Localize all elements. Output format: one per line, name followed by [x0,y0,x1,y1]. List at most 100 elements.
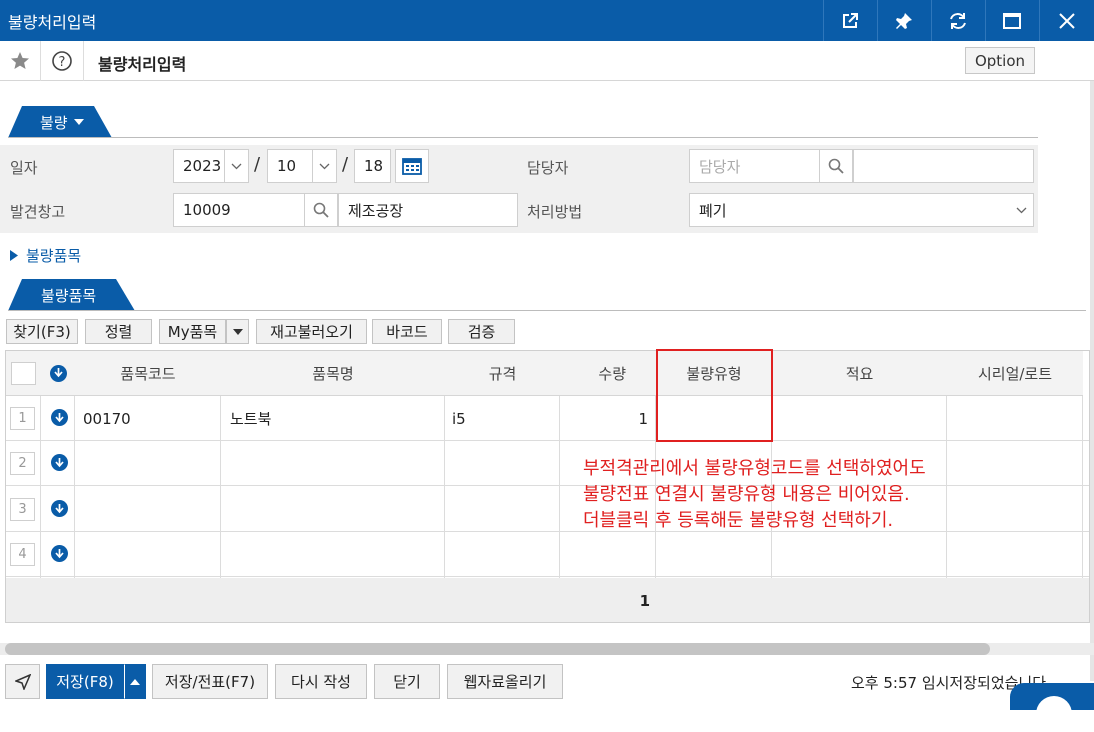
quantity-cell[interactable]: 1 [560,396,648,441]
chevron-up-icon [130,678,140,685]
chevron-down-icon [1009,194,1033,226]
column-header-serial-lot[interactable]: 시리얼/로트 [947,351,1083,396]
tab-defect[interactable]: 불량 [8,106,112,138]
upload-web-button[interactable]: 웹자료올리기 [447,664,563,699]
warehouse-name-input[interactable]: 제조공장 [338,193,518,227]
arrow-down-circle-icon[interactable] [51,500,68,517]
arrow-down-circle-icon[interactable] [51,545,68,562]
warehouse-code-value: 10009 [183,201,231,219]
calendar-icon[interactable] [395,149,429,183]
maximize-icon[interactable] [985,0,1037,41]
warehouse-search-icon[interactable] [304,193,338,227]
save-button[interactable]: 저장(F8) [46,664,124,699]
option-button[interactable]: Option [965,47,1035,74]
table-row[interactable]: 4 [6,532,1089,577]
send-icon[interactable] [5,664,40,699]
save-options-button[interactable] [124,664,146,699]
load-stock-button[interactable]: 재고불러오기 [256,319,367,344]
date-year-select[interactable]: 2023 [173,149,249,183]
vertical-scrollbar[interactable] [1090,81,1094,681]
my-items-dropdown-button[interactable] [226,319,249,344]
date-separator: / [342,154,349,175]
tab-defect-items-label: 불량품목 [41,286,97,305]
method-select[interactable]: 폐기 [689,193,1034,227]
manager-name-input[interactable] [853,149,1034,183]
row-number[interactable]: 1 [10,407,35,430]
column-header-item-name[interactable]: 품목명 [221,351,445,396]
verify-button[interactable]: 검증 [448,319,515,344]
bottom-action-bar: 저장(F8) 저장/전표(F7) 다시 작성 닫기 웹자료올리기 오후 5:57… [0,660,1094,710]
date-month-select[interactable]: 10 [267,149,337,183]
column-header-quantity[interactable]: 수량 [560,351,656,396]
table-row[interactable]: 3 [6,487,1089,532]
close-icon[interactable] [1039,0,1094,41]
save-slip-button[interactable]: 저장/전표(F7) [152,664,268,699]
chat-icon[interactable] [1036,696,1072,732]
arrow-down-circle-icon[interactable] [51,409,68,426]
annotation-note: 부적격관리에서 불량유형코드를 선택하였어도 불량전표 연결시 불량유형 내용은… [583,456,926,534]
header-form: 일자 2023 / 10 / 18 담당자 담당자 발견창고 10009 제조공… [0,145,1038,233]
date-day-value: 18 [364,157,384,175]
window-title: 불량처리입력 [8,13,97,32]
tab-defect-label: 불량 [40,113,68,132]
column-header-spec[interactable]: 규격 [445,351,560,396]
date-month-value: 10 [277,157,297,175]
manager-label: 담당자 [527,159,569,177]
favorite-star-icon[interactable] [0,41,41,81]
page-title: 불량처리입력 [98,55,187,74]
warehouse-label: 발견창고 [10,203,66,221]
row-number[interactable]: 2 [10,452,35,475]
rewrite-button[interactable]: 다시 작성 [275,664,367,699]
date-separator: / [254,154,261,175]
warehouse-code-input[interactable]: 10009 [173,193,305,227]
date-label: 일자 [10,159,38,177]
close-button[interactable]: 닫기 [374,664,440,699]
table-row[interactable]: 2 [6,441,1089,486]
arrow-down-circle-icon[interactable] [49,364,67,382]
method-label: 처리방법 [527,203,583,221]
annotation-line: 더블클릭 후 등록해둔 불량유형 선택하기. [583,510,894,531]
barcode-button[interactable]: 바코드 [372,319,442,344]
find-button[interactable]: 찾기(F3) [6,319,78,344]
manager-search-icon[interactable] [819,149,853,183]
pin-icon[interactable] [877,0,929,41]
window-titlebar: 불량처리입력 [0,0,1094,41]
page-toolbar: ? 불량처리입력 [0,41,1094,81]
table-row[interactable]: 1 00170 노트북 i5 1 [6,396,1089,441]
chevron-down-icon [224,150,248,182]
svg-text:?: ? [59,55,66,70]
total-quantity: 1 [639,591,650,610]
row-number[interactable]: 4 [10,543,35,566]
grid-total-row: 1 [6,578,1089,622]
item-code-cell[interactable]: 00170 [83,396,131,441]
my-items-button[interactable]: My품목 [159,319,226,344]
chevron-down-icon [312,150,336,182]
annotation-line: 부적격관리에서 불량유형코드를 선택하였어도 [583,458,926,479]
external-link-icon[interactable] [823,0,875,41]
manager-placeholder: 담당자 [699,157,741,176]
method-value: 폐기 [699,201,727,220]
section-divider [8,137,1038,138]
column-header-memo[interactable]: 적요 [772,351,947,396]
sort-button[interactable]: 정렬 [85,319,152,344]
chevron-down-icon [232,328,243,335]
horizontal-scrollbar[interactable] [5,643,990,655]
manager-code-input[interactable]: 담당자 [689,149,820,183]
select-all-checkbox[interactable] [11,361,36,385]
item-name-cell[interactable]: 노트북 [230,396,271,441]
spec-cell[interactable]: i5 [452,396,466,441]
annotation-line: 불량전표 연결시 불량유형 내용은 비어있음. [583,484,910,505]
help-icon[interactable]: ? [41,41,84,81]
highlight-box [656,349,773,442]
section-divider [8,310,1086,311]
column-header-item-code[interactable]: 품목코드 [75,351,221,396]
caret-right-icon [10,250,18,261]
defect-items-expander[interactable]: 불량품목 [10,245,81,266]
tab-defect-items[interactable]: 불량품목 [8,279,135,311]
arrow-down-circle-icon[interactable] [51,454,68,471]
warehouse-name-value: 제조공장 [348,201,404,220]
date-day-input[interactable]: 18 [354,149,391,183]
download-header [41,351,75,396]
row-number[interactable]: 3 [10,498,35,521]
refresh-icon[interactable] [931,0,983,41]
